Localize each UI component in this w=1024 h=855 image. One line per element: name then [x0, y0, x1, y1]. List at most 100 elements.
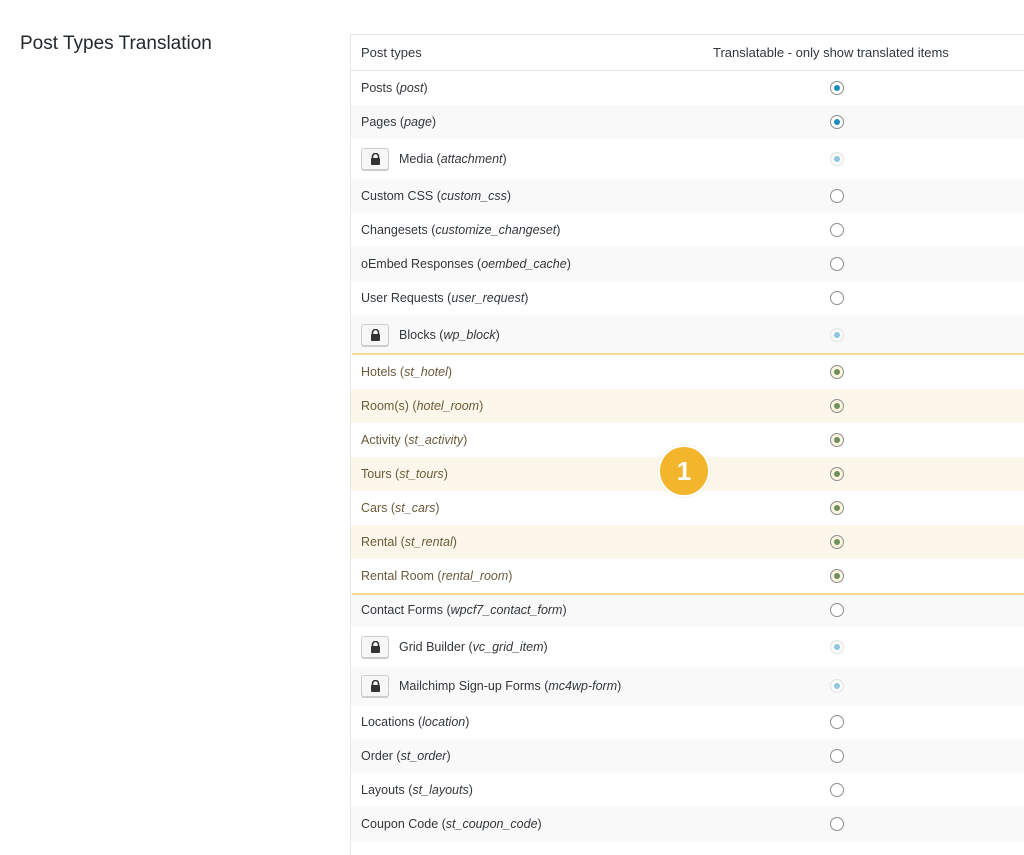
table-row: Contact Forms (wpcf7_contact_form): [351, 593, 1024, 627]
table-row: Rental Room (rental_room): [351, 559, 1024, 593]
table-row: Grid Builder (vc_grid_item): [351, 627, 1024, 667]
post-type-label: Blocks (wp_block): [399, 328, 500, 342]
post-type-name: Tours: [361, 467, 392, 481]
post-type-slug: oembed_cache: [481, 257, 567, 271]
translatable-radio[interactable]: [830, 501, 844, 515]
post-type-name: Activity: [361, 433, 401, 447]
translatable-radio[interactable]: [830, 189, 844, 203]
lock-button[interactable]: [361, 148, 389, 170]
post-type-label: Rental (st_rental): [361, 535, 457, 549]
post-type-name: Media: [399, 152, 434, 166]
post-type-label: oEmbed Responses (oembed_cache): [361, 257, 571, 271]
post-type-slug: st_tours: [399, 467, 444, 481]
col-post-types-header: Post types: [361, 45, 422, 60]
post-type-slug: location: [422, 715, 466, 729]
translatable-radio[interactable]: [830, 115, 844, 129]
lock-button[interactable]: [361, 675, 389, 697]
post-type-name: Pages: [361, 115, 397, 129]
translatable-radio: [830, 679, 844, 693]
post-type-slug: st_rental: [404, 535, 453, 549]
post-type-slug: st_order: [400, 749, 447, 763]
translatable-radio[interactable]: [830, 569, 844, 583]
table-row: Changesets (customize_changeset): [351, 213, 1024, 247]
post-type-slug: custom_css: [440, 189, 507, 203]
translatable-radio[interactable]: [830, 365, 844, 379]
post-type-slug: page: [404, 115, 432, 129]
post-type-name: Mailchimp Sign-up Forms: [399, 679, 541, 693]
lock-button[interactable]: [361, 324, 389, 346]
translatable-radio[interactable]: [830, 817, 844, 831]
table-row: Order (st_order): [351, 739, 1024, 773]
post-type-name: Contact Forms: [361, 603, 443, 617]
translatable-radio[interactable]: [830, 223, 844, 237]
post-type-label: Media (attachment): [399, 152, 507, 166]
translatable-radio[interactable]: [830, 433, 844, 447]
post-type-slug: attachment: [440, 152, 503, 166]
post-type-slug: post: [399, 80, 424, 95]
post-type-slug: customize_changeset: [435, 223, 557, 237]
post-type-label: Coupon Code (st_coupon_code): [361, 817, 542, 831]
translatable-radio[interactable]: [830, 783, 844, 797]
post-type-label: Layouts (st_layouts): [361, 783, 473, 797]
translatable-radio[interactable]: [830, 80, 844, 95]
post-type-label: User Requests (user_request): [361, 291, 529, 305]
translatable-radio: [830, 152, 844, 166]
translatable-radio[interactable]: [830, 467, 844, 481]
post-type-label: Activity (st_activity): [361, 433, 468, 447]
post-type-name: User Requests: [361, 291, 444, 305]
post-type-label: Posts (post): [361, 80, 428, 95]
post-type-slug: wp_block: [443, 328, 496, 342]
table-row: Media (attachment): [351, 139, 1024, 179]
table-row: Mailchimp Sign-up Forms (mc4wp-form): [351, 667, 1024, 705]
post-type-name: Rental: [361, 535, 398, 549]
post-type-label: Contact Forms (wpcf7_contact_form): [361, 603, 567, 617]
post-type-label: Room(s) (hotel_room): [361, 399, 484, 413]
table-row: Layouts (st_layouts): [351, 773, 1024, 807]
translatable-radio[interactable]: [830, 715, 844, 729]
post-type-slug: st_layouts: [412, 783, 469, 797]
post-type-name: Layouts: [361, 783, 405, 797]
post-type-name: Hotels: [361, 365, 397, 379]
table-row: Hotels (st_hotel): [351, 355, 1024, 389]
translatable-radio[interactable]: [830, 257, 844, 271]
post-type-name: Order: [361, 749, 393, 763]
table-row: Coupon Code (st_coupon_code): [351, 807, 1024, 841]
section-title: Post Types Translation: [20, 33, 212, 54]
post-type-slug: st_activity: [408, 433, 464, 447]
post-type-label: Cars (st_cars): [361, 501, 440, 515]
translatable-radio[interactable]: [830, 603, 844, 617]
post-type-name: Coupon Code: [361, 817, 439, 831]
translatable-radio: [830, 328, 844, 342]
translatable-radio[interactable]: [830, 399, 844, 413]
translatable-radio[interactable]: [830, 749, 844, 763]
post-type-name: Grid Builder: [399, 640, 465, 654]
post-type-slug: hotel_room: [416, 399, 480, 413]
translatable-radio: [830, 640, 844, 654]
table-row: oEmbed Responses (oembed_cache): [351, 247, 1024, 281]
post-type-name: Posts: [361, 80, 393, 95]
post-type-slug: wpcf7_contact_form: [450, 603, 563, 617]
translatable-radio[interactable]: [830, 535, 844, 549]
post-type-slug: vc_grid_item: [472, 640, 544, 654]
post-type-name: Cars: [361, 501, 388, 515]
table-row: Room(s) (hotel_room): [351, 389, 1024, 423]
post-type-name: Changesets: [361, 223, 428, 237]
lock-button[interactable]: [361, 636, 389, 658]
translatable-radio[interactable]: [830, 291, 844, 305]
post-type-label: Rental Room (rental_room): [361, 569, 513, 583]
table-row: User Requests (user_request): [351, 281, 1024, 315]
post-type-label: Pages (page): [361, 115, 437, 129]
table-header: Post types Translatable - only show tran…: [351, 35, 1024, 71]
post-type-slug: st_coupon_code: [445, 817, 538, 831]
post-type-slug: st_cars: [395, 501, 436, 515]
table-row: Custom CSS (custom_css): [351, 179, 1024, 213]
post-type-label: Mailchimp Sign-up Forms (mc4wp-form): [399, 679, 622, 693]
annotation-marker: 1: [658, 445, 710, 497]
post-type-label: Grid Builder (vc_grid_item): [399, 640, 548, 654]
post-type-label: Order (st_order): [361, 749, 451, 763]
table-row: Locations (location): [351, 705, 1024, 739]
post-type-slug: st_hotel: [404, 365, 448, 379]
post-type-name: Locations: [361, 715, 415, 729]
table-row: Rental (st_rental): [351, 525, 1024, 559]
post-type-slug: mc4wp-form: [548, 679, 618, 693]
